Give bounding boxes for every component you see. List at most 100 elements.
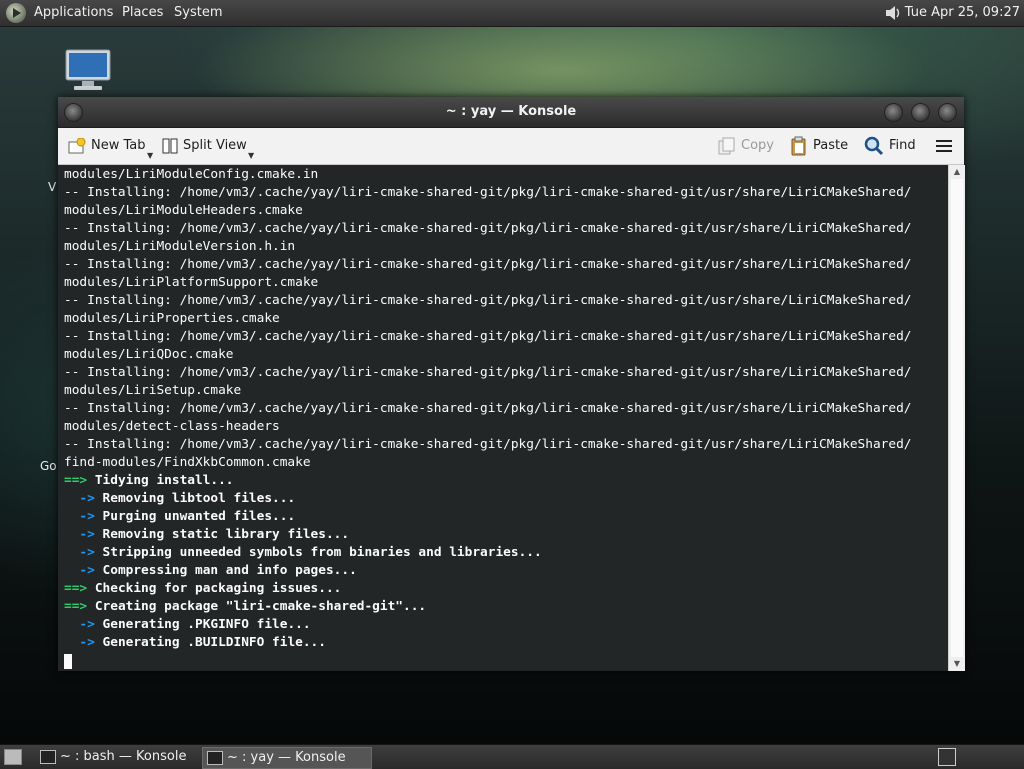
terminal-cursor <box>64 654 72 669</box>
search-icon <box>864 136 884 156</box>
desktop-icon-label-partial: V <box>48 180 57 194</box>
terminal-line: -- Installing: /home/vm3/.cache/yay/liri… <box>64 256 911 274</box>
terminal-line-text: -- Installing: /home/vm3/.cache/yay/liri… <box>64 221 912 236</box>
terminal-line-text: Removing static library files... <box>94 527 350 542</box>
terminal-line: -> Generating .PKGINFO file... <box>64 616 311 634</box>
paste-button[interactable]: Paste <box>790 135 848 157</box>
taskbar-item-yay[interactable]: ~ : yay — Konsole <box>202 747 372 769</box>
copy-button[interactable]: Copy <box>718 135 774 157</box>
terminal-line: -> Generating .BUILDINFO file... <box>64 634 326 652</box>
copy-icon <box>718 137 735 155</box>
terminal-line: -- Installing: /home/vm3/.cache/yay/liri… <box>64 436 911 454</box>
split-view-label: Split View <box>183 138 247 153</box>
show-desktop-icon[interactable] <box>4 749 22 765</box>
terminal-line-text: -- Installing: /home/vm3/.cache/yay/liri… <box>64 401 912 416</box>
terminal-line-text: -- Installing: /home/vm3/.cache/yay/liri… <box>64 329 912 344</box>
terminal-line: modules/LiriModuleHeaders.cmake <box>64 202 303 220</box>
konsole-icon <box>40 750 56 764</box>
terminal-line: modules/LiriModuleVersion.h.in <box>64 238 295 256</box>
terminal-line: -- Installing: /home/vm3/.cache/yay/liri… <box>64 220 911 238</box>
konsole-window: ~ : yay — Konsole New Tab ▼ Split View ▼ <box>58 97 965 671</box>
terminal-line-text: Stripping unneeded symbols from binaries… <box>94 545 542 560</box>
terminal-line-text: Creating package "liri-cmake-shared-git"… <box>87 599 427 614</box>
terminal-line-text: -- Installing: /home/vm3/.cache/yay/liri… <box>64 437 912 452</box>
terminal-line: -> Removing static library files... <box>64 526 349 544</box>
split-view-button[interactable]: Split View <box>162 135 247 157</box>
terminal-line-text: Purging unwanted files... <box>94 509 296 524</box>
terminal-line: find-modules/FindXkbCommon.cmake <box>64 454 311 472</box>
find-button[interactable]: Find <box>864 135 916 157</box>
computer-desktop-icon[interactable] <box>64 48 112 94</box>
taskbar-item-bash[interactable]: ~ : bash — Konsole <box>36 747 220 767</box>
terminal-line-text: modules/LiriPlatformSupport.cmake <box>64 275 319 290</box>
terminal-line-text: modules/LiriModuleConfig.cmake.in <box>64 167 319 182</box>
scroll-track[interactable] <box>951 179 963 657</box>
konsole-toolbar: New Tab ▼ Split View ▼ Copy Paste Find <box>58 128 964 165</box>
terminal-line-text: modules/LiriSetup.cmake <box>64 383 242 398</box>
terminal-line: modules/LiriProperties.cmake <box>64 310 280 328</box>
minimize-button[interactable] <box>884 103 903 122</box>
bottom-panel: ~ : bash — Konsole ~ : yay — Konsole <box>0 744 1024 769</box>
terminal-line-text: -- Installing: /home/vm3/.cache/yay/liri… <box>64 293 912 308</box>
minor-arrow: -> <box>64 617 95 632</box>
terminal-line-text: modules/LiriModuleHeaders.cmake <box>64 203 303 218</box>
desktop-icon-label-partial: Go <box>40 459 57 473</box>
new-tab-button[interactable]: New Tab <box>68 135 146 157</box>
terminal-line: modules/LiriSetup.cmake <box>64 382 241 400</box>
top-panel: Applications Places System Tue Apr 25, 0… <box>0 0 1024 27</box>
terminal-line-text: Generating .PKGINFO file... <box>94 617 311 632</box>
terminal-line-text: Tidying install... <box>87 473 234 488</box>
terminal-line: modules/detect-class-headers <box>64 418 280 436</box>
maximize-button[interactable] <box>911 103 930 122</box>
taskbar-item-label: ~ : yay — Konsole <box>227 750 346 765</box>
find-label: Find <box>889 138 916 153</box>
menu-applications[interactable]: Applications <box>34 0 113 26</box>
minor-arrow: -> <box>64 545 95 560</box>
terminal-line: modules/LiriPlatformSupport.cmake <box>64 274 318 292</box>
new-tab-dropdown-icon[interactable]: ▼ <box>147 151 153 160</box>
workspace-switcher-icon[interactable] <box>938 748 956 766</box>
terminal-line: ==> Creating package "liri-cmake-shared-… <box>64 598 426 616</box>
terminal-line-text: Checking for packaging issues... <box>87 581 342 596</box>
terminal-output[interactable]: modules/LiriModuleConfig.cmake.in -- Inst… <box>58 165 948 671</box>
terminal-line-text: Generating .BUILDINFO file... <box>94 635 326 650</box>
scroll-up-icon[interactable]: ▲ <box>949 165 965 179</box>
taskbar-item-label: ~ : bash — Konsole <box>60 749 187 764</box>
terminal-line: modules/LiriModuleConfig.cmake.in <box>64 166 318 184</box>
paste-label: Paste <box>813 138 849 153</box>
menu-places[interactable]: Places <box>122 0 163 26</box>
clock[interactable]: Tue Apr 25, 09:27 <box>905 0 1020 26</box>
terminal-line: ==> Tidying install... <box>64 472 234 490</box>
minor-arrow: -> <box>64 527 95 542</box>
terminal-line-text: find-modules/FindXkbCommon.cmake <box>64 455 311 470</box>
terminal-line: -- Installing: /home/vm3/.cache/yay/liri… <box>64 364 911 382</box>
terminal-line: -- Installing: /home/vm3/.cache/yay/liri… <box>64 292 911 310</box>
terminal-line: modules/LiriQDoc.cmake <box>64 346 234 364</box>
new-tab-label: New Tab <box>91 138 146 153</box>
terminal-scrollbar[interactable]: ▲ ▼ <box>948 165 965 671</box>
terminal-line-text: modules/LiriProperties.cmake <box>64 311 280 326</box>
window-titlebar[interactable]: ~ : yay — Konsole <box>58 97 964 128</box>
scroll-down-icon[interactable]: ▼ <box>949 657 965 671</box>
close-button[interactable] <box>938 103 957 122</box>
terminal-line-text: modules/LiriQDoc.cmake <box>64 347 234 362</box>
minor-arrow: -> <box>64 563 95 578</box>
terminal-line-text: modules/LiriModuleVersion.h.in <box>64 239 296 254</box>
split-view-dropdown-icon[interactable]: ▼ <box>248 151 254 160</box>
minor-arrow: -> <box>64 635 95 650</box>
minor-arrow: -> <box>64 509 95 524</box>
new-tab-icon <box>68 138 86 154</box>
terminal-line-text: -- Installing: /home/vm3/.cache/yay/liri… <box>64 185 912 200</box>
major-arrow: ==> <box>64 599 88 614</box>
volume-icon[interactable] <box>884 4 902 22</box>
konsole-icon <box>207 751 223 765</box>
terminal-line: -- Installing: /home/vm3/.cache/yay/liri… <box>64 184 911 202</box>
window-title: ~ : yay — Konsole <box>445 104 577 119</box>
terminal-line: -- Installing: /home/vm3/.cache/yay/liri… <box>64 400 911 418</box>
distro-logo-icon[interactable] <box>6 3 26 23</box>
terminal-line: -> Compressing man and info pages... <box>64 562 356 580</box>
menu-system[interactable]: System <box>174 0 222 26</box>
terminal-line-text: -- Installing: /home/vm3/.cache/yay/liri… <box>64 257 912 272</box>
hamburger-menu-icon[interactable] <box>936 139 952 153</box>
terminal-line-text: modules/detect-class-headers <box>64 419 280 434</box>
